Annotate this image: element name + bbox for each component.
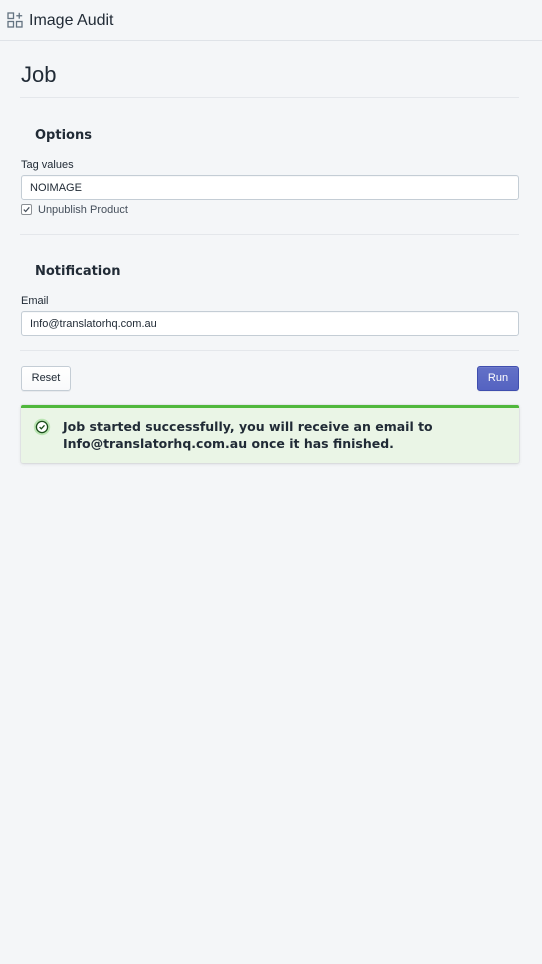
tag-values-label: Tag values <box>21 159 74 171</box>
notification-divider <box>20 350 519 351</box>
success-banner: Job started successfully, you will recei… <box>21 405 519 463</box>
apps-grid-icon <box>7 12 23 28</box>
checkmark-icon <box>23 206 30 213</box>
page-title: Job <box>21 62 57 87</box>
options-section-title: Options <box>35 128 92 143</box>
top-bar: Image Audit <box>0 0 542 41</box>
unpublish-checkbox[interactable] <box>21 204 32 215</box>
email-label: Email <box>21 295 49 307</box>
banner-message: Job started successfully, you will recei… <box>63 419 433 451</box>
options-divider <box>20 234 519 235</box>
tag-values-input[interactable] <box>21 175 519 200</box>
unpublish-label[interactable]: Unpublish Product <box>38 203 128 217</box>
run-button[interactable]: Run <box>477 366 519 391</box>
reset-button[interactable]: Reset <box>21 366 71 391</box>
email-input[interactable] <box>21 311 519 336</box>
notification-section-title: Notification <box>35 264 121 279</box>
title-divider <box>20 97 519 98</box>
app-title: Image Audit <box>29 12 114 29</box>
check-circle-icon <box>33 418 51 436</box>
